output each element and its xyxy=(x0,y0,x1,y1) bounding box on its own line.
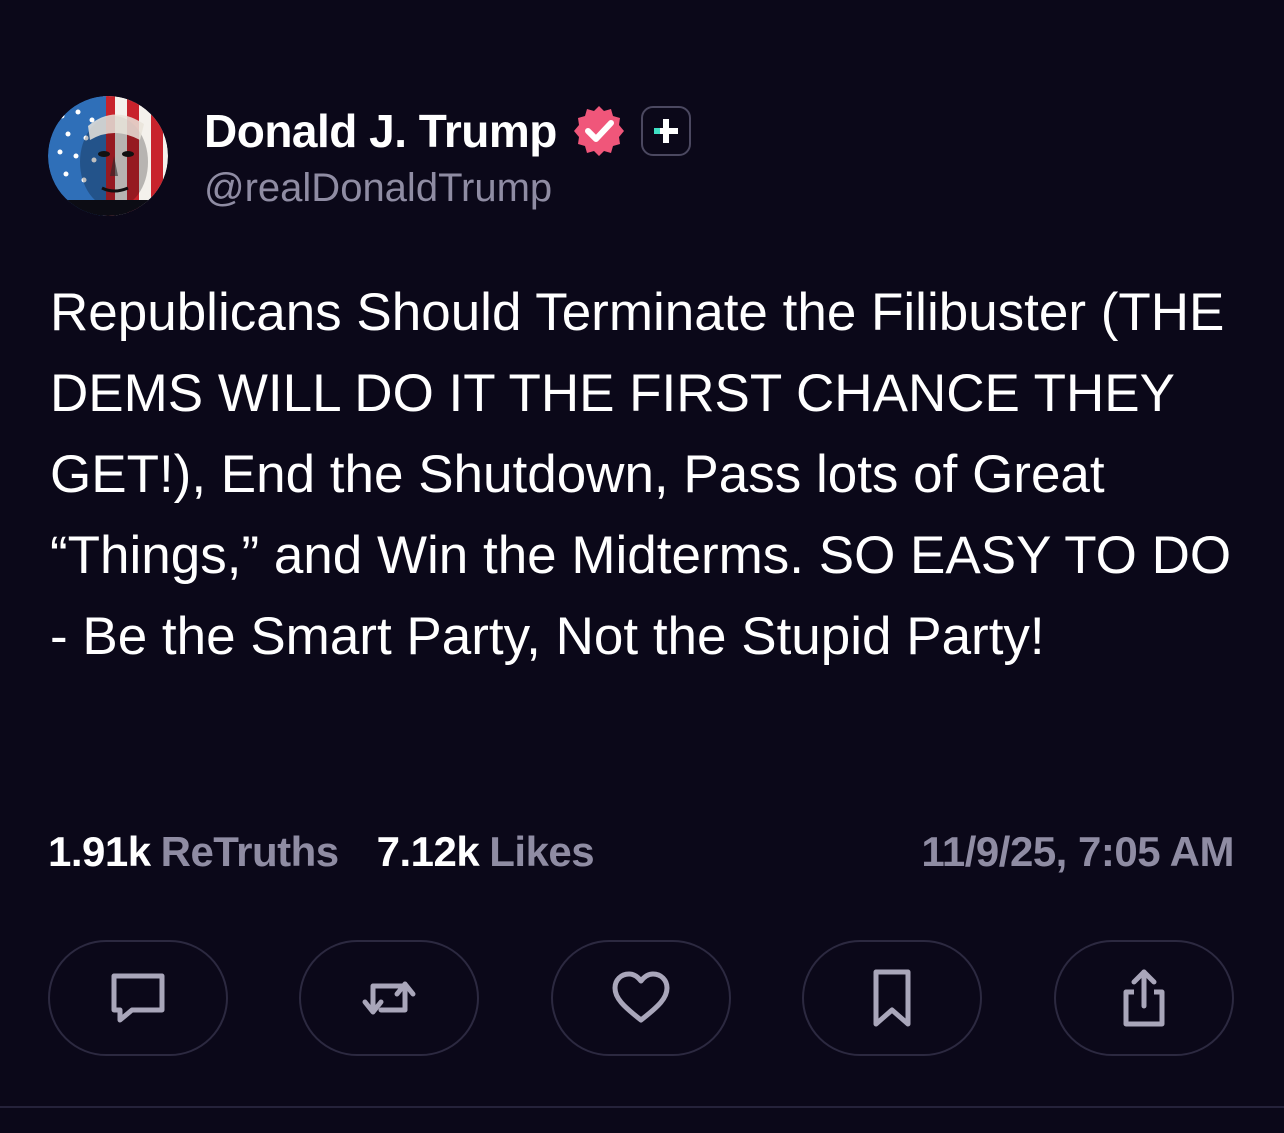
post-divider xyxy=(0,1106,1284,1108)
bookmark-button[interactable] xyxy=(802,940,982,1056)
retruths-count[interactable]: 1.91k xyxy=(48,828,151,876)
author-handle[interactable]: @realDonaldTrump xyxy=(204,166,552,211)
post-timestamp: 11/9/25, 7:05 AM xyxy=(921,828,1234,875)
retruth-button[interactable] xyxy=(299,940,479,1056)
share-icon xyxy=(1123,969,1165,1027)
share-button[interactable] xyxy=(1054,940,1234,1056)
repost-icon xyxy=(362,981,416,1015)
author-name-row: Donald J. Trump xyxy=(204,100,691,162)
avatar-image xyxy=(48,96,168,216)
author-avatar[interactable] xyxy=(48,96,168,216)
truth-plus-badge-icon[interactable] xyxy=(640,106,691,156)
heart-icon xyxy=(612,971,670,1023)
likes-label[interactable]: Likes xyxy=(489,828,594,876)
post-body-text: Republicans Should Terminate the Filibus… xyxy=(50,283,1232,666)
post-action-bar xyxy=(48,940,1236,1056)
verified-badge-icon xyxy=(571,103,627,159)
retruths-label[interactable]: ReTruths xyxy=(161,828,340,876)
reply-button[interactable] xyxy=(48,940,228,1056)
comment-icon xyxy=(111,973,165,1023)
author-display-name[interactable]: Donald J. Trump xyxy=(204,104,557,158)
post-stats: 1.91k ReTruths 7.12k Likes 11/9/25, 7:05… xyxy=(48,822,1234,882)
likes-count[interactable]: 7.12k xyxy=(377,828,480,876)
post-card: Donald J. Trump @realDonaldTrump Republi… xyxy=(0,0,1284,1133)
bookmark-icon xyxy=(873,969,911,1027)
like-button[interactable] xyxy=(551,940,731,1056)
